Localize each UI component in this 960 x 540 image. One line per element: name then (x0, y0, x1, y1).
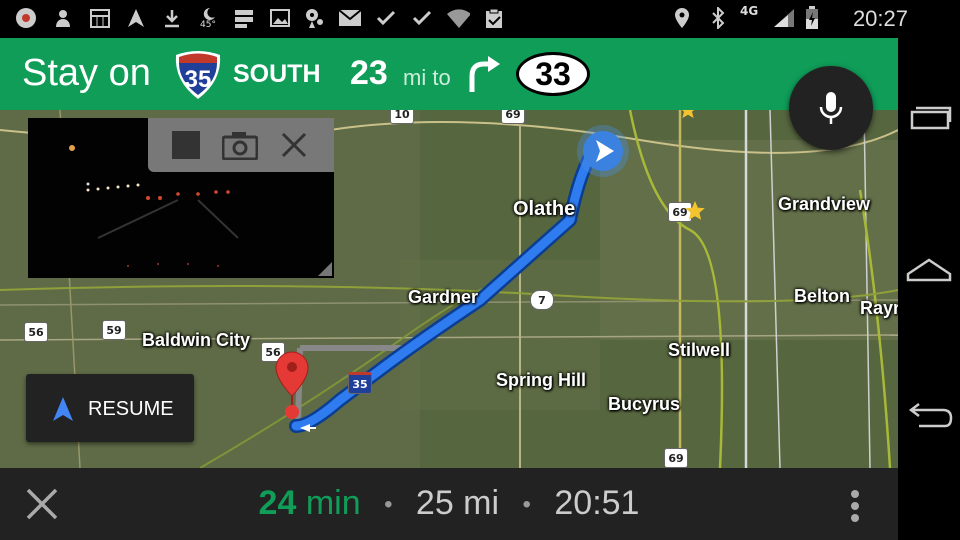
resume-label: RESUME (88, 398, 174, 420)
distance-value: 23 (350, 54, 388, 92)
check-icon (410, 6, 434, 30)
gmail-icon (338, 6, 362, 30)
separator: • (384, 491, 393, 519)
direction-text: SOUTH (233, 60, 321, 88)
highway-number: 35 (185, 66, 212, 93)
status-bar: 45° 4G 20:27 (0, 0, 960, 38)
check-icon (374, 6, 398, 30)
interstate-shield: 35 (348, 372, 372, 394)
duration-unit: min (305, 484, 361, 522)
place-label: Rayr (860, 298, 898, 318)
home-icon (906, 258, 952, 282)
system-navigation-bar (898, 38, 960, 540)
stop-recording-button[interactable] (168, 128, 204, 162)
recent-apps-button[interactable] (898, 88, 960, 148)
route-shield: 7 (530, 290, 554, 310)
image-icon (268, 6, 292, 30)
network-type: 4G (740, 4, 759, 18)
route-shield: 56 (24, 322, 48, 342)
navigation-banner[interactable]: Stay on 35 SOUTH 23 mi to 33 (0, 38, 898, 110)
star-icon (685, 201, 705, 220)
more-options-icon[interactable] (848, 488, 862, 524)
place-label: Baldwin City (142, 330, 251, 350)
place-label: Stilwell (668, 340, 731, 360)
voice-search-button[interactable] (789, 66, 873, 150)
route-shield: 69 (664, 448, 688, 468)
instruction-text: Stay on (22, 52, 151, 94)
clock: 20:27 (852, 6, 908, 31)
recent-apps-icon (910, 106, 952, 130)
close-camera-button[interactable] (276, 128, 312, 162)
distance-unit: mi to (403, 65, 451, 90)
camera-icon (222, 132, 258, 160)
close-icon (281, 132, 307, 158)
microphone-icon (819, 92, 843, 124)
duration-value: 24 (258, 484, 297, 522)
interstate-shield-icon: 35 (175, 51, 221, 99)
route-shield: 10 (390, 110, 414, 124)
battery-icon (800, 6, 824, 30)
remaining-distance: 25 mi (415, 484, 500, 522)
place-label: Bucyrus (608, 394, 681, 414)
route-shield: 69 (501, 110, 525, 124)
place-label: Belton (794, 286, 850, 306)
back-icon (908, 403, 953, 428)
wifi-icon (446, 6, 470, 30)
clipboard-check-icon (482, 6, 506, 30)
calendar-icon (88, 6, 112, 30)
location-person-icon (302, 6, 326, 30)
record-icon (14, 6, 38, 30)
capture-photo-button[interactable] (222, 128, 258, 162)
weather-temp: 45° (200, 19, 216, 30)
place-label: Gardner (408, 287, 479, 307)
current-location-icon (577, 125, 629, 177)
place-label: Spring Hill (496, 370, 586, 390)
trip-info: 24 min • 25 mi • 20:51 (0, 484, 898, 523)
arrival-time: 20:51 (554, 484, 640, 522)
exit-number: 33 (516, 52, 590, 96)
resume-button[interactable]: RESUME (26, 374, 194, 442)
star-icon (681, 110, 695, 118)
person-add-icon (52, 6, 76, 30)
camera-controls (148, 118, 334, 172)
separator: • (522, 491, 531, 519)
destination-pin-icon[interactable] (274, 350, 310, 420)
bluetooth-icon (706, 6, 730, 30)
turn-right-icon (469, 56, 500, 92)
signal-icon (772, 6, 796, 30)
trip-summary-bar: 24 min • 25 mi • 20:51 (0, 468, 898, 540)
back-button[interactable] (898, 388, 960, 448)
storage-icon (232, 6, 256, 30)
navigation-arrow-icon (53, 397, 73, 421)
location-icon (670, 6, 694, 30)
stop-icon (172, 131, 200, 159)
home-button[interactable] (898, 238, 960, 298)
place-label: Olathe (513, 198, 576, 220)
navigation-icon (124, 6, 148, 30)
route-shield: 59 (102, 320, 126, 340)
weather-icon: 45° (196, 6, 220, 30)
place-label: Grandview (778, 194, 871, 214)
download-icon (160, 6, 184, 30)
